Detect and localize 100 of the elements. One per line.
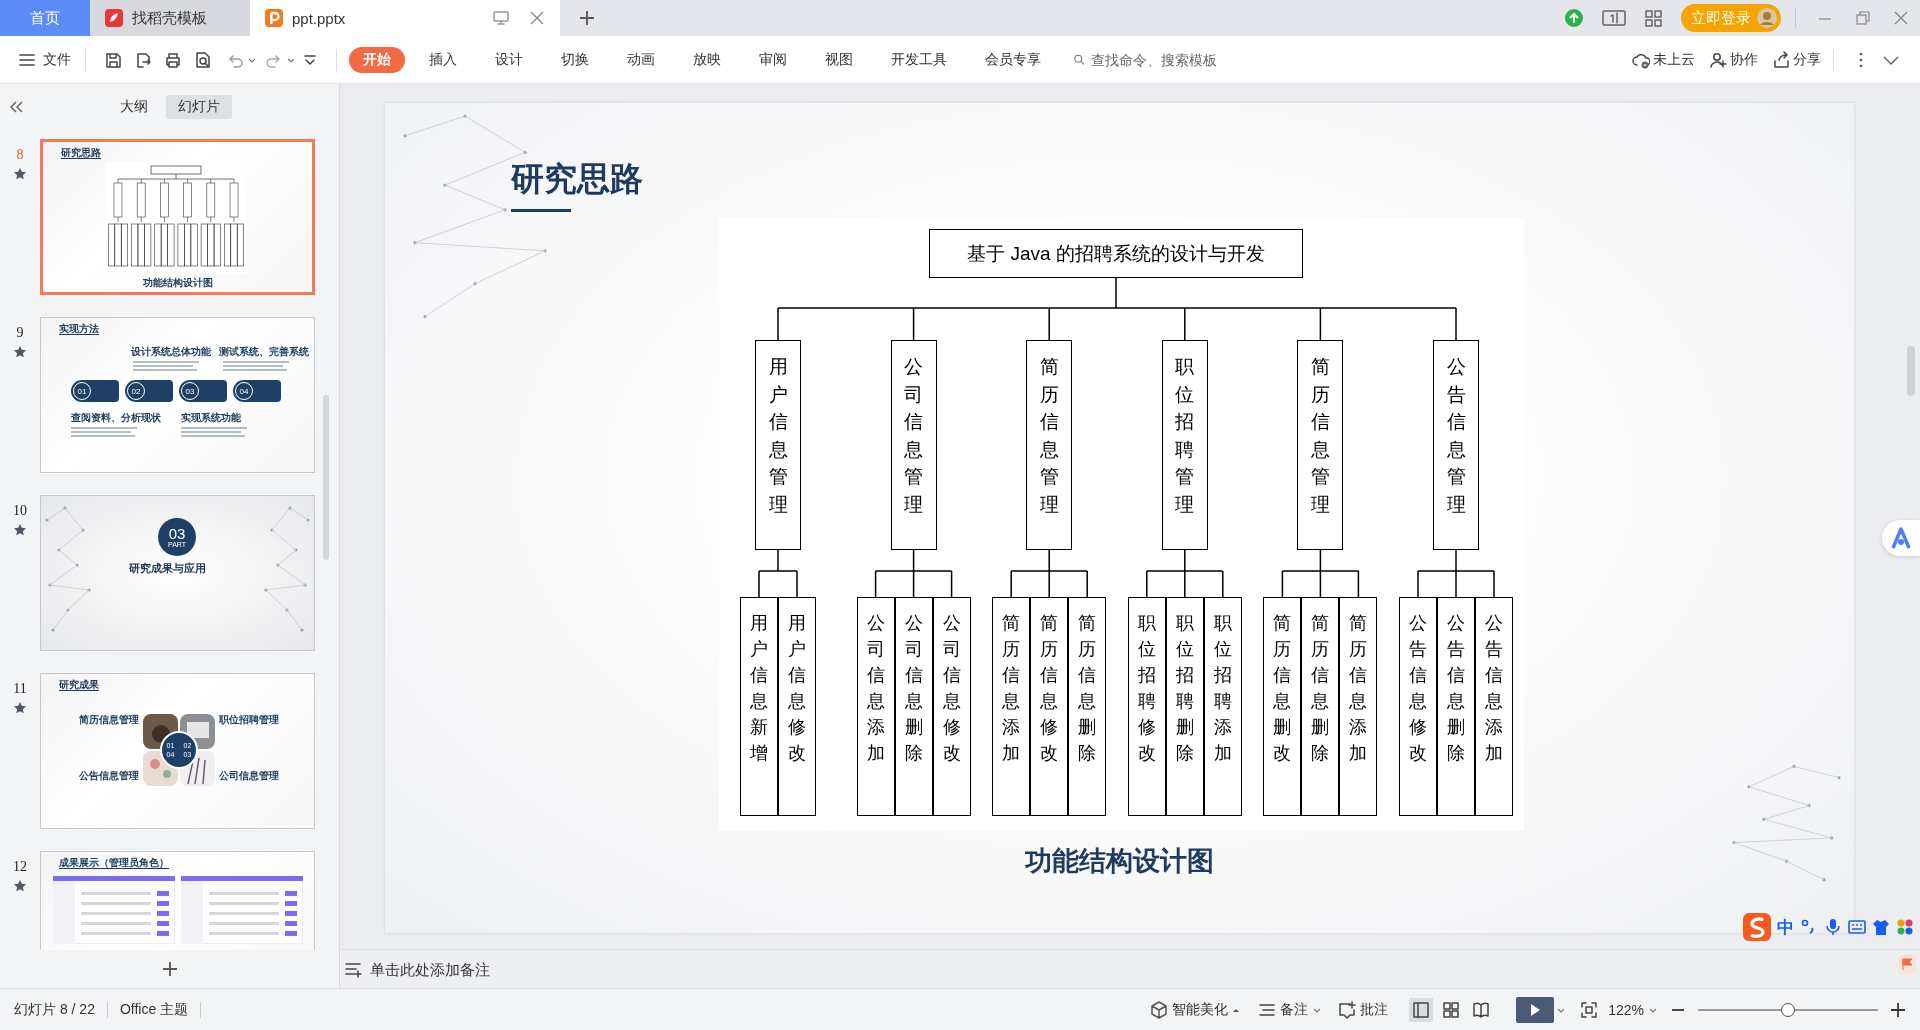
document-icon — [264, 8, 284, 28]
tab[interactable]: ppt.pptx — [250, 0, 560, 36]
input-mode-toggle[interactable]: 中 — [1777, 915, 1794, 939]
save-icon[interactable] — [104, 50, 122, 69]
zoom-level[interactable]: 122% — [1608, 1001, 1656, 1018]
ribbon-tab[interactable]: 切换 — [547, 46, 603, 73]
item-heading: 公告信息管理 — [79, 770, 139, 781]
assistant-button[interactable] — [1882, 520, 1920, 556]
preview-icon[interactable] — [194, 50, 212, 69]
microphone-icon[interactable] — [1824, 918, 1842, 936]
fit-window-icon[interactable] — [1580, 1000, 1599, 1019]
slide-thumbnail[interactable]: 实现方法 设计系统总体功能 测试系统、完善系统 查阅资料、分析现状 实现系统功能 01 02 03 04 — [40, 317, 315, 473]
item-heading: 公司信息管理 — [219, 770, 279, 781]
play-button[interactable] — [1516, 996, 1555, 1023]
collapse-icon[interactable] — [8, 99, 24, 115]
notes-field[interactable]: 单击此处添加备注 — [368, 959, 642, 979]
slide-caption: 功能结构设计图 — [143, 277, 213, 288]
share-icon — [1772, 50, 1790, 69]
device-icon[interactable] — [1602, 8, 1626, 28]
slide-title: 研究成果 — [59, 679, 99, 691]
diagram-node: 公司信息添加 — [856, 597, 895, 816]
diagram-node: 用户信息修改 — [778, 597, 816, 816]
person-add-icon — [1709, 50, 1727, 69]
notes-button[interactable]: 备注 — [1258, 1000, 1321, 1019]
ribbon-tab[interactable]: 动画 — [613, 46, 669, 73]
slide-number: 11 — [13, 681, 27, 697]
scrollbar-thumb[interactable] — [323, 395, 329, 560]
slider-thumb[interactable] — [1781, 1002, 1795, 1017]
file-menu[interactable]: 文件 — [16, 46, 73, 73]
ribbon-tab[interactable]: 开发工具 — [877, 46, 961, 73]
ribbon-tab[interactable]: 放映 — [679, 46, 735, 73]
grid-icon[interactable] — [1644, 8, 1663, 28]
input-method-logo-icon[interactable] — [1743, 913, 1771, 941]
print-icon[interactable] — [164, 50, 182, 69]
zoom-in-icon[interactable] — [1890, 1000, 1906, 1019]
share-button[interactable]: 分享 — [1772, 50, 1821, 69]
slide-title: 实现方法 — [59, 323, 99, 335]
title-underline — [511, 209, 571, 212]
slide-thumbnail[interactable]: 成果展示（管理员角色） — [40, 851, 315, 950]
star-icon — [13, 701, 27, 715]
ribbon-tab[interactable]: 设计 — [481, 46, 537, 73]
diagram-node: 用户信息管理 — [755, 340, 801, 550]
diagram-node: 简历信息管理 — [1026, 340, 1073, 550]
shirt-icon[interactable] — [1872, 918, 1890, 936]
beautify-button[interactable]: 智能美化 — [1150, 1000, 1241, 1019]
input-method-bar[interactable]: 中 — [1739, 910, 1920, 944]
apps-icon[interactable] — [1896, 918, 1914, 936]
diagram-node: 职位招聘删除 — [1165, 597, 1204, 816]
collab-button[interactable]: 协作 — [1709, 50, 1758, 69]
notes-icon — [344, 960, 362, 978]
flag-icon[interactable] — [1898, 954, 1916, 974]
diagram-node: 公告信息删除 — [1437, 597, 1475, 816]
zoom-slider[interactable] — [1698, 1002, 1878, 1017]
new-tab-icon[interactable] — [578, 9, 596, 27]
search-field[interactable]: 查找命令、搜索模板 — [1089, 50, 1243, 69]
slide-title: 研究思路 — [61, 147, 101, 159]
diagram-node: 基于 Java 的招聘系统的设计与开发 — [929, 229, 1303, 278]
item-heading: 简历信息管理 — [79, 714, 139, 725]
keyboard-icon[interactable] — [1848, 918, 1866, 936]
slide-thumbnail[interactable]: 研究思路 功能结构设计图 — [40, 139, 315, 295]
diagram-node: 职位招聘管理 — [1161, 340, 1208, 550]
slide-counter: 幻灯片 8 / 22 — [14, 1000, 95, 1019]
reading-view-icon[interactable] — [1472, 1000, 1491, 1019]
view-tab[interactable]: 幻灯片 — [166, 95, 232, 119]
upload-icon[interactable] — [1564, 8, 1584, 28]
star-icon — [13, 167, 27, 181]
add-slide-icon[interactable] — [160, 960, 179, 978]
close-icon[interactable] — [528, 9, 546, 27]
slide-number: 12 — [13, 859, 27, 875]
theme-name: Office 主题 — [119, 1000, 189, 1019]
ribbon-tab[interactable]: 会员专享 — [971, 46, 1055, 73]
ribbon-tab[interactable]: 审阅 — [745, 46, 801, 73]
star-icon — [13, 345, 27, 359]
ribbon-tab[interactable]: 视图 — [811, 46, 867, 73]
view-tab[interactable]: 大纲 — [108, 95, 160, 119]
step-heading: 设计系统总体功能 — [131, 346, 211, 357]
normal-view-icon[interactable] — [1409, 997, 1434, 1022]
close-icon[interactable] — [1892, 9, 1910, 27]
diagram-node: 公告信息管理 — [1433, 340, 1479, 550]
slide-title: 成果展示（管理员角色） — [59, 857, 169, 869]
diagram-node: 职位招聘添加 — [1203, 597, 1242, 816]
export-icon[interactable] — [134, 50, 152, 69]
step-heading: 查阅资料、分析现状 — [71, 412, 161, 423]
assistant-icon — [1889, 526, 1913, 550]
diagram-node: 简历信息删改 — [1263, 597, 1302, 816]
diagram-node: 公司信息管理 — [890, 340, 937, 550]
diagram-node: 公司信息删除 — [894, 597, 933, 816]
ribbon-tab[interactable]: 插入 — [415, 46, 471, 73]
diagram-node: 简历信息修改 — [1030, 597, 1069, 816]
scrollbar-thumb[interactable] — [1907, 346, 1915, 396]
slide-number: 8 — [16, 147, 24, 163]
connector-line — [758, 549, 798, 598]
diagram-node: 简历信息添加 — [1339, 597, 1378, 816]
monitor-icon[interactable] — [492, 9, 510, 27]
diagram-node: 公告信息修改 — [1399, 597, 1437, 816]
cloud-button[interactable]: 未上云 — [1632, 50, 1695, 69]
tab[interactable]: 找稻壳模板 — [90, 0, 250, 36]
slide-sorter-icon[interactable] — [1442, 1000, 1461, 1019]
diagram-node: 职位招聘修改 — [1127, 597, 1166, 816]
comments-button[interactable]: 批注 — [1338, 1000, 1389, 1019]
